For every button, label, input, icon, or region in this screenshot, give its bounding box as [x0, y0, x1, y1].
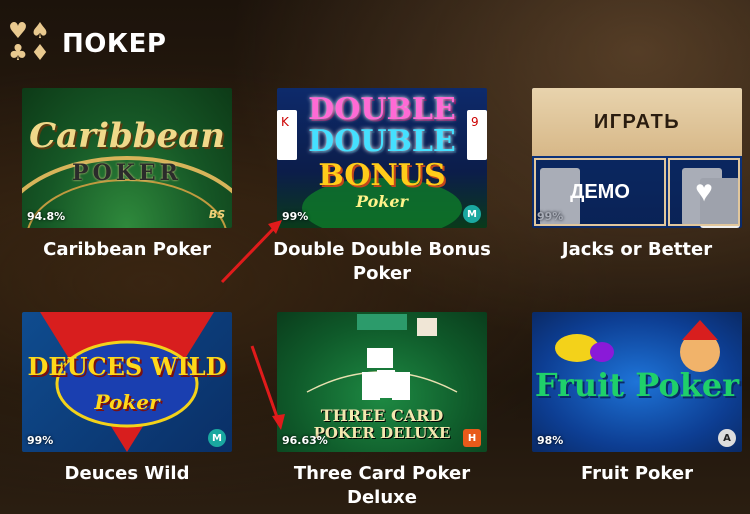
game-title-line1: Deuces Wild — [64, 463, 190, 484]
demo-button[interactable]: ДЕМО — [534, 158, 666, 226]
game-title[interactable]: Caribbean Poker — [2, 238, 252, 262]
game-title-line1: Jacks or Better — [561, 239, 713, 260]
game-thumbnail[interactable]: K 9 DOUBLE DOUBLE BONUS Poker 99% M — [277, 88, 487, 228]
game-title-line1: Caribbean Poker — [43, 239, 211, 260]
page-title: ПОКЕР — [62, 29, 167, 59]
provider-icon: M — [208, 429, 226, 447]
provider-icon: BS — [208, 207, 226, 221]
game-title-line1: Three Card Poker — [293, 463, 471, 484]
rtp-badge: 99% — [282, 210, 309, 223]
game-logo-subtext: POKER — [72, 160, 182, 186]
game-thumbnail[interactable]: THREE CARD POKER DELUXE 96.63% H — [277, 312, 487, 452]
game-logo-line2: DOUBLE — [308, 124, 456, 159]
game-logo-text: DEUCES WILD — [27, 352, 227, 381]
game-title[interactable]: Deuces Wild — [2, 462, 252, 486]
section-header: ♥ ♠ ♣ ♦ ПОКЕР — [0, 18, 166, 70]
game-title-line1: Fruit Poker — [580, 463, 693, 484]
game-title-line2: Deluxe — [347, 487, 417, 508]
rtp-badge: 96.63% — [282, 434, 328, 447]
provider-icon: H — [463, 429, 481, 447]
provider-icon: M — [463, 205, 481, 223]
game-logo-line4: Poker — [356, 192, 408, 211]
game-thumbnail[interactable]: Fruit Poker 98% A — [532, 312, 742, 452]
game-thumbnail[interactable]: 99% ИГРАТЬ ДЕМО ♥ — [532, 88, 742, 228]
game-title[interactable]: Three Card Poker Deluxe — [257, 462, 507, 510]
play-button[interactable]: ИГРАТЬ — [532, 88, 742, 156]
game-logo-line1: DOUBLE — [308, 92, 456, 127]
rtp-badge: 99% — [27, 434, 54, 447]
game-thumbnail[interactable]: DEUCES WILD Poker 99% M — [22, 312, 232, 452]
rtp-badge: 98% — [537, 434, 564, 447]
rtp-badge: 94.8% — [27, 210, 66, 223]
game-title[interactable]: Fruit Poker — [512, 462, 750, 486]
game-thumbnail[interactable]: Caribbean POKER 94.8% BS — [22, 88, 232, 228]
game-title-line1: Double Double Bonus — [273, 239, 491, 260]
game-logo-text: Caribbean — [29, 116, 225, 156]
game-logo-text: Fruit Poker — [534, 366, 740, 404]
game-logo-line3: BONUS — [318, 158, 446, 193]
game-logo-text: THREE CARD — [320, 406, 444, 425]
provider-icon: A — [718, 429, 736, 447]
game-title[interactable]: Jacks or Better — [512, 238, 750, 262]
game-title-line2: Poker — [352, 263, 412, 284]
game-logo-subtext: Poker — [94, 390, 160, 414]
favorite-heart-icon[interactable]: ♥ — [668, 158, 740, 226]
card-suits-icon: ♥ ♠ ♣ ♦ — [8, 19, 50, 66]
game-title[interactable]: Double Double Bonus Poker — [257, 238, 507, 286]
arrow-down — [250, 345, 280, 421]
